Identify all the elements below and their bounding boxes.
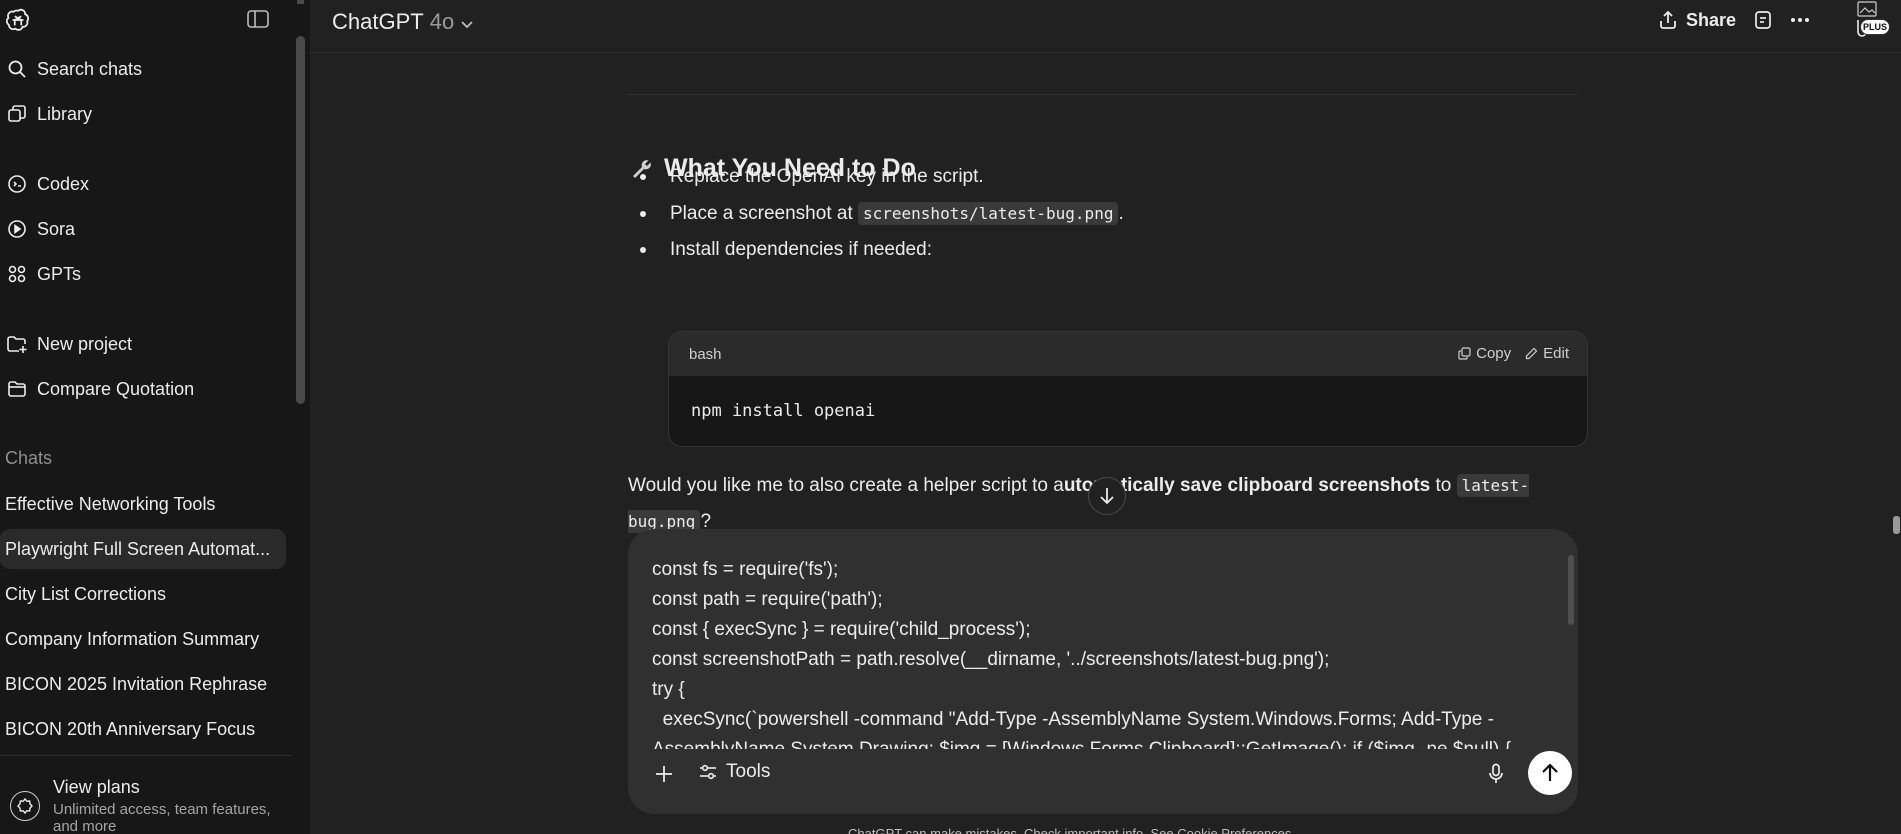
share-label: Share <box>1686 9 1737 30</box>
chevron-down-icon <box>460 10 474 36</box>
message-divider <box>627 94 1577 95</box>
sidebar-divider <box>0 755 292 756</box>
codex-icon <box>5 172 29 196</box>
copy-label: Copy <box>1476 345 1512 362</box>
bullet-dot <box>640 174 646 180</box>
model-name: ChatGPT <box>332 9 424 34</box>
sliders-icon <box>700 764 716 780</box>
sidebar-item-gpts[interactable]: GPTs <box>0 254 286 294</box>
code-block: bash Copy Edit npm install openai <box>668 331 1588 447</box>
sidebar-scrollbar[interactable] <box>296 36 305 404</box>
list-item: Place a screenshot at screenshots/latest… <box>640 202 1124 225</box>
microphone-icon <box>1489 763 1503 783</box>
tools-button[interactable]: Tools <box>698 761 770 783</box>
sidebar-item-label: New project <box>37 333 133 354</box>
microphone-button[interactable] <box>1484 762 1508 786</box>
sidebar-scroll-cap <box>297 0 304 4</box>
composer: const fs = require('fs'); const path = r… <box>628 529 1578 814</box>
list-item-text: Install dependencies if needed: <box>670 239 932 260</box>
folder-icon <box>5 377 29 401</box>
arrow-up-icon <box>1542 763 1558 781</box>
bullet-dot <box>640 247 646 253</box>
sidebar-item-new-project[interactable]: New project <box>0 324 286 364</box>
sidebar-item-label: Codex <box>37 173 90 194</box>
sidebar-header <box>0 0 310 40</box>
list-item: Replace the OpenAI key in the script. <box>640 166 984 188</box>
view-plans-title: View plans <box>53 777 140 797</box>
sidebar-item-label: Library <box>37 103 93 124</box>
gpts-icon <box>5 262 29 286</box>
view-plans-button[interactable]: View plans Unlimited access, team featur… <box>0 767 292 834</box>
sidebar-item-label: Compare Quotation <box>37 378 195 399</box>
sidebar-toggle-icon[interactable] <box>247 9 269 29</box>
prompt-textarea[interactable]: const fs = require('fs'); const path = r… <box>652 555 1542 749</box>
chat-item[interactable]: Effective Networking Tools <box>0 484 286 524</box>
share-button[interactable]: Share <box>1658 7 1736 33</box>
sora-icon <box>5 217 29 241</box>
list-item: Install dependencies if needed: <box>640 239 932 261</box>
disclaimer-footnote: ChatGPT can make mistakes. Check importa… <box>848 826 1296 834</box>
sidebar-item-label: Sora <box>37 218 76 239</box>
para-prefix: Would you like me to also create a helpe… <box>628 475 1064 496</box>
conversation-area: What You Need to Do Replace the OpenAI k… <box>310 54 1901 834</box>
list-item-suffix: . <box>1118 202 1124 224</box>
bullet-dot <box>640 210 646 217</box>
chat-item[interactable]: BICON 20th Anniversary Focus <box>0 709 286 749</box>
plans-icon <box>10 791 40 821</box>
sidebar-item-label: GPTs <box>37 263 82 284</box>
more-options-icon[interactable] <box>1788 8 1812 32</box>
search-icon <box>5 57 29 81</box>
chat-item[interactable]: Company Information Summary <box>0 619 286 659</box>
edit-label: Edit <box>1543 345 1569 362</box>
list-item-text: Replace the OpenAI key in the script. <box>670 166 984 187</box>
model-selector[interactable]: ChatGPT 4o <box>332 8 474 36</box>
chat-item-active[interactable]: Playwright Full Screen Automat... <box>0 529 286 569</box>
sidebar-item-sora[interactable]: Sora <box>0 209 286 249</box>
plus-icon <box>656 766 672 782</box>
edit-code-button[interactable]: Edit <box>1525 345 1569 362</box>
composer-scrollbar[interactable] <box>1568 555 1574 625</box>
para-mid: to <box>1430 475 1457 496</box>
sidebar-item-compare-quotation[interactable]: Compare Quotation <box>0 369 286 409</box>
new-project-icon <box>5 332 29 356</box>
chat-item[interactable]: City List Corrections <box>0 574 286 614</box>
library-icon <box>5 102 29 126</box>
arrow-down-icon <box>1100 488 1114 505</box>
code-actions: Copy Edit <box>1458 345 1569 362</box>
sidebar-item-library[interactable]: Library <box>0 94 286 134</box>
code-block-header: bash Copy Edit <box>669 332 1587 376</box>
scroll-to-bottom-button[interactable] <box>1088 477 1126 515</box>
sidebar-item-label: Search chats <box>37 58 143 79</box>
notes-icon[interactable] <box>1751 8 1775 32</box>
sidebar-item-search-chats[interactable]: Search chats <box>0 49 286 89</box>
plus-badge: PLUS <box>1860 19 1890 35</box>
code-content: npm install openai <box>691 401 876 421</box>
attach-button[interactable] <box>652 762 676 786</box>
send-button[interactable] <box>1528 751 1572 795</box>
sidebar-item-codex[interactable]: Codex <box>0 164 286 204</box>
copy-icon <box>1458 347 1471 360</box>
share-icon <box>1658 10 1678 30</box>
tools-label: Tools <box>726 761 771 782</box>
top-bar: ChatGPT 4o Share PLUS <box>310 0 1901 53</box>
list-item-text: Place a screenshot at <box>670 202 853 224</box>
edit-icon <box>1526 347 1538 360</box>
copy-code-button[interactable]: Copy <box>1458 345 1511 362</box>
chat-item[interactable]: BICON 2025 Invitation Rephrase <box>0 664 286 704</box>
sidebar: Search chats Library Codex Sora GPTs New… <box>0 0 310 834</box>
model-version: 4o <box>429 9 455 34</box>
inline-code: screenshots/latest-bug.png <box>858 202 1119 225</box>
chats-section-label: Chats <box>5 448 53 468</box>
view-plans-subtitle: Unlimited access, team features, and mor… <box>53 801 271 834</box>
openai-logo-icon[interactable] <box>5 7 31 33</box>
code-language: bash <box>689 345 722 363</box>
main-scrollbar[interactable] <box>1893 516 1900 534</box>
